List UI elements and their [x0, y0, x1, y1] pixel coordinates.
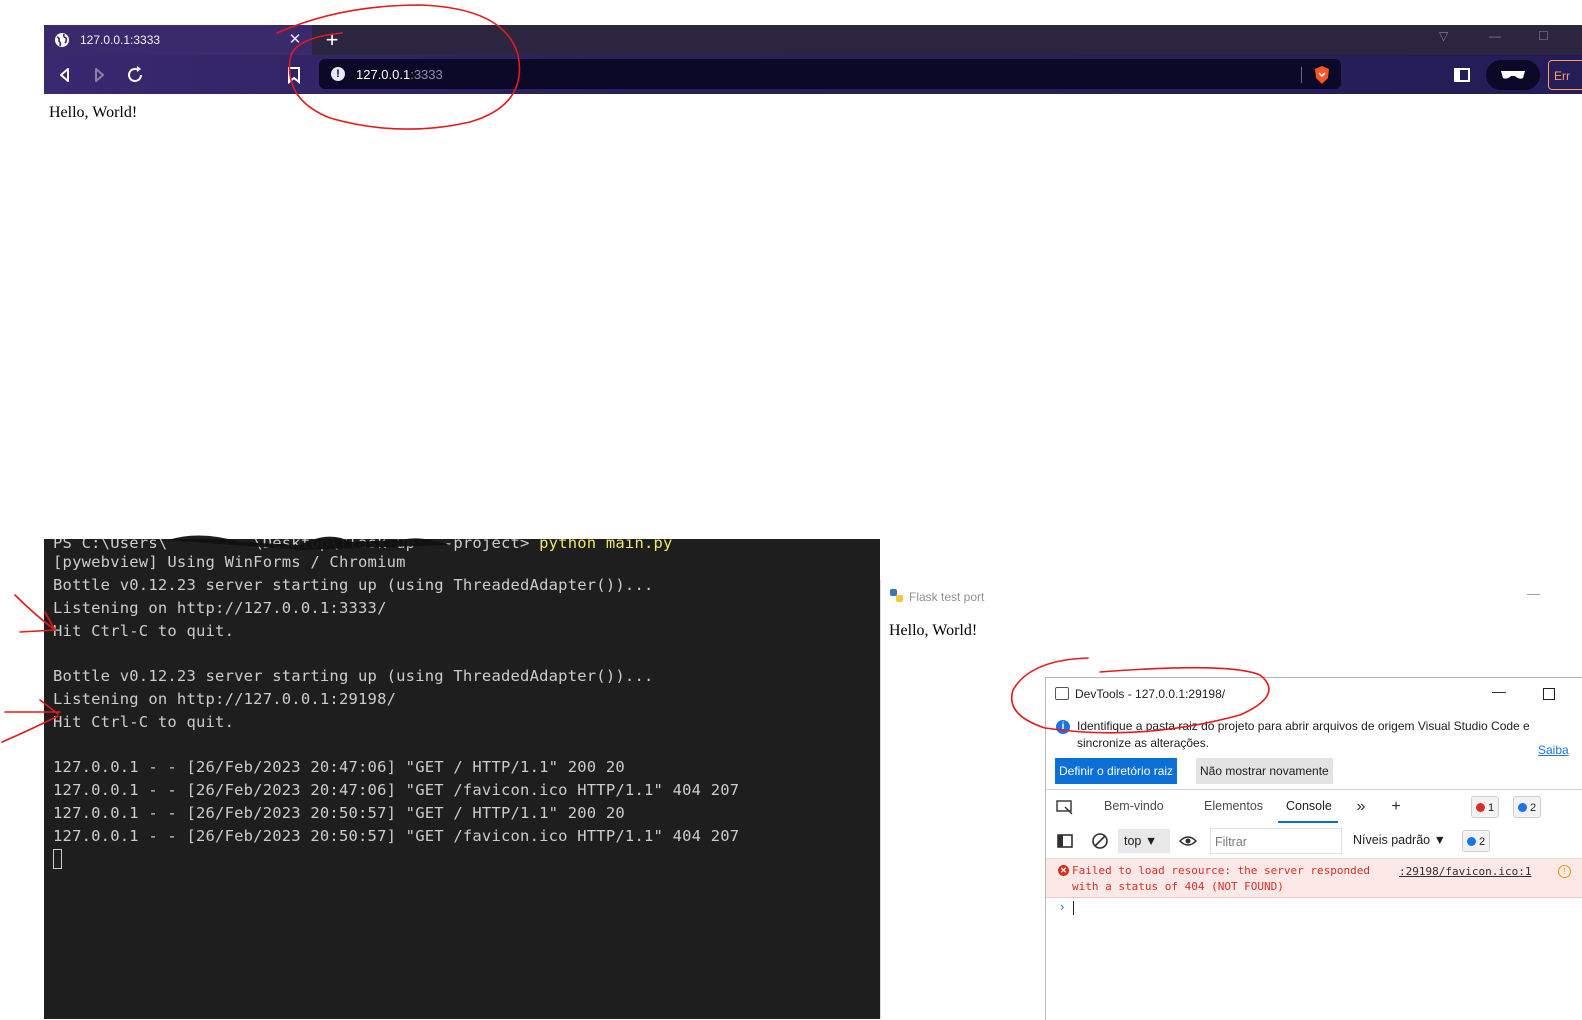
console-error-row[interactable]: ✕ Failed to load resource: the server re… — [1046, 859, 1582, 898]
minimize-icon[interactable]: — — [1489, 29, 1501, 43]
terminal-line: 127.0.0.1 - - [26/Feb/2023 20:50:57] "GE… — [53, 804, 625, 822]
browser-toolbar: ! 127.0.0.1:3333 Err — [44, 55, 1582, 94]
devtools-window: DevTools - 127.0.0.1:29198/ — i Identifi… — [1045, 677, 1582, 1020]
message-count: 2 — [1530, 802, 1537, 814]
url-separator — [1301, 67, 1302, 83]
flask-page-text: Hello, World! — [889, 622, 978, 639]
wallet-button[interactable] — [1486, 60, 1540, 90]
globe-icon — [55, 33, 69, 47]
levels-dropdown[interactable]: Níveis padrão ▼ — [1353, 833, 1446, 847]
message-icon — [1518, 803, 1527, 812]
devtools-maximize-button[interactable] — [1543, 688, 1555, 700]
error-icon — [1476, 803, 1485, 812]
sidebar-toggle-icon[interactable] — [1055, 831, 1075, 851]
page-content-text: Hello, World! — [49, 104, 138, 121]
address-bar[interactable]: ! 127.0.0.1:3333 — [319, 59, 1341, 89]
new-tab-button[interactable]: + — [320, 28, 344, 52]
context-select[interactable]: top ▼ — [1118, 829, 1170, 853]
forward-icon[interactable] — [87, 63, 111, 87]
dont-show-again-button[interactable]: Não mostrar novamente — [1196, 758, 1333, 784]
terminal-line: PS C:\Users\ \Desktop\flask-up -project>… — [53, 539, 673, 552]
more-tabs-icon[interactable]: » — [1351, 797, 1371, 817]
chevron-down-icon: ▼ — [1144, 834, 1158, 848]
tab-strip: 127.0.0.1:3333 ✕ + ▽ — ☐ — [44, 25, 1582, 55]
chevron-down-icon: ▼ — [1433, 833, 1446, 847]
filter-input[interactable]: Filtrar — [1210, 828, 1342, 854]
tab-active[interactable]: 127.0.0.1:3333 ✕ — [44, 25, 312, 55]
terminal-line: 127.0.0.1 - - [26/Feb/2023 20:47:06] "GE… — [53, 758, 625, 776]
terminal-line: Hit Ctrl-C to quit. — [53, 713, 235, 731]
url-text: 127.0.0.1:3333 — [356, 67, 443, 82]
flask-minimize-button[interactable]: — — [1527, 586, 1540, 601]
info-icon: i — [1056, 720, 1070, 734]
flask-title: Flask test port — [909, 590, 985, 604]
reload-icon[interactable] — [123, 63, 147, 87]
terminal-line: 127.0.0.1 - - [26/Feb/2023 20:50:57] "GE… — [53, 827, 740, 845]
tab-search-icon[interactable]: ▽ — [1439, 29, 1448, 43]
error-source-link[interactable]: :29198/favicon.ico:1 — [1399, 865, 1531, 878]
clear-console-icon[interactable] — [1090, 831, 1110, 851]
eye-icon[interactable] — [1178, 831, 1198, 851]
tab-welcome[interactable]: Bem-vindo — [1104, 799, 1164, 813]
learn-more-link[interactable]: Saiba — [1538, 743, 1569, 757]
warning-icon[interactable]: ! — [1558, 865, 1571, 878]
browser-window: 127.0.0.1:3333 ✕ + ▽ — ☐ ! 127.0.0.1:333… — [44, 25, 1582, 495]
context-value: top — [1124, 834, 1142, 848]
terminal-line: Listening on http://127.0.0.1:29198/ — [53, 690, 397, 708]
tab-close-button[interactable]: ✕ — [284, 29, 306, 51]
terminal-line: Hit Ctrl-C to quit. — [53, 622, 235, 640]
error-message: Failed to load resource: the server resp… — [1072, 864, 1371, 893]
terminal-prompt: PS C:\Users\ \Desktop\flask-up -project> — [53, 539, 540, 552]
console-prompt: › — [1060, 899, 1065, 914]
levels-count-badge[interactable]: 2 — [1462, 830, 1491, 852]
python-icon — [890, 589, 903, 602]
sidebar-icon[interactable] — [1450, 63, 1474, 87]
terminal-line: Bottle v0.12.23 server starting up (usin… — [53, 667, 654, 685]
devtools-icon — [1055, 687, 1069, 700]
tab-console[interactable]: Console — [1286, 799, 1332, 813]
active-tab-indicator — [1278, 821, 1338, 823]
levels-count: 2 — [1479, 836, 1486, 848]
tab-elements[interactable]: Elementos — [1204, 799, 1263, 813]
devtools-minimize-button[interactable]: — — [1492, 683, 1506, 699]
console-filterbar: top ▼ Filtrar Níveis padrão ▼ 2 — [1046, 824, 1582, 859]
terminal-line: 127.0.0.1 - - [26/Feb/2023 20:47:06] "GE… — [53, 781, 740, 799]
flask-titlebar[interactable]: Flask test port — — [881, 580, 1582, 612]
levels-label: Níveis padrão — [1353, 833, 1431, 847]
terminal-line: Listening on http://127.0.0.1:3333/ — [53, 599, 387, 617]
infobar-message: Identifique a pasta raiz do projeto para… — [1077, 719, 1530, 750]
error-count-badge[interactable]: 1 — [1471, 796, 1500, 818]
message-icon — [1467, 837, 1476, 846]
terminal-window[interactable]: PS C:\Users\ \Desktop\flask-up -project>… — [44, 539, 880, 1019]
console-input-caret[interactable] — [1073, 901, 1074, 915]
extension-button[interactable]: Err — [1548, 60, 1582, 90]
error-icon: ✕ — [1058, 865, 1069, 876]
brave-shield-icon[interactable] — [1313, 65, 1331, 85]
devtools-title: DevTools - 127.0.0.1:29198/ — [1075, 687, 1226, 701]
url-port: :3333 — [410, 67, 443, 82]
terminal-line: Bottle v0.12.23 server starting up (usin… — [53, 576, 654, 594]
error-count: 1 — [1488, 802, 1495, 814]
terminal-line: [pywebview] Using WinForms / Chromium — [53, 553, 406, 571]
tab-title: 127.0.0.1:3333 — [80, 33, 161, 47]
bookmark-icon[interactable] — [282, 63, 306, 87]
devtools-titlebar[interactable]: DevTools - 127.0.0.1:29198/ — — [1046, 678, 1582, 710]
devtools-tabbar: Bem-vindo Elementos Console » + 1 2 — [1046, 789, 1582, 825]
info-icon[interactable]: ! — [331, 67, 345, 81]
terminal-cursor — [53, 849, 62, 869]
back-icon[interactable] — [53, 63, 77, 87]
set-root-button[interactable]: Definir o diretório raiz — [1055, 758, 1178, 784]
add-tab-icon[interactable]: + — [1386, 797, 1406, 817]
terminal-command: python main.py — [539, 539, 673, 552]
maximize-icon[interactable]: ☐ — [1538, 29, 1549, 43]
devtools-infobar: i Identifique a pasta raiz do projeto pa… — [1046, 710, 1582, 788]
message-count-badge[interactable]: 2 — [1513, 796, 1542, 818]
wallet-icon — [1501, 71, 1525, 79]
url-host: 127.0.0.1 — [356, 67, 411, 82]
inspect-device-icon[interactable] — [1055, 797, 1075, 817]
